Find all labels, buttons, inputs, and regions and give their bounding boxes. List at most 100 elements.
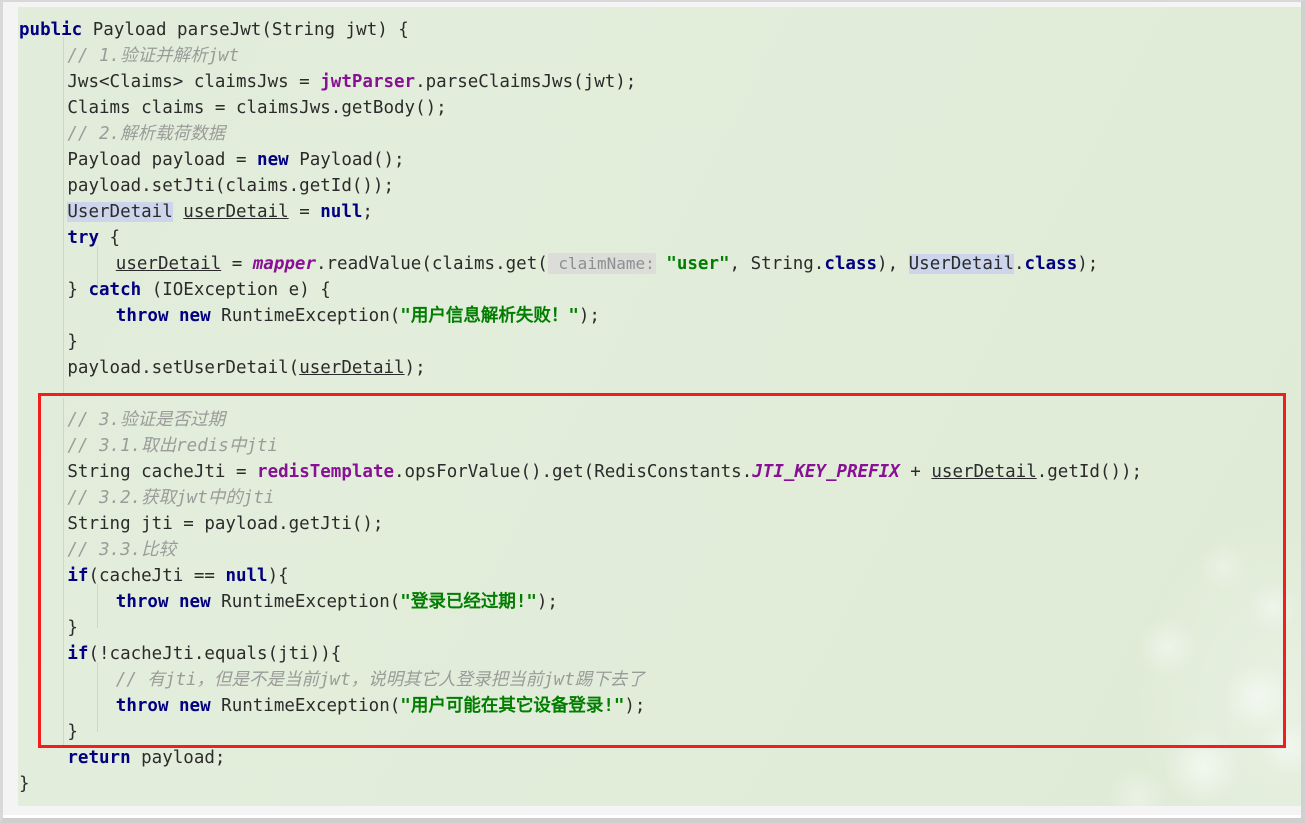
code-token-plain: = — [221, 254, 253, 274]
code-token-plain: ; — [362, 202, 373, 222]
code-token-plain: .getId()); — [1036, 462, 1143, 482]
code-line[interactable]: userDetail = mapper.readValue(claims.get… — [116, 251, 1099, 277]
code-token-kw: try — [67, 228, 99, 248]
code-line[interactable]: payload.setUserDetail(userDetail); — [67, 355, 425, 381]
code-line[interactable]: return payload; — [67, 745, 225, 771]
code-line[interactable]: if(cacheJti == null){ — [67, 563, 288, 589]
code-line[interactable]: // 3.3.比较 — [67, 537, 176, 563]
code-token-str: "用户信息解析失败！" — [400, 306, 579, 326]
code-line[interactable]: // 2.解析载荷数据 — [67, 121, 225, 147]
code-line[interactable]: // 3.验证是否过期 — [67, 407, 225, 433]
code-token-kw: class — [824, 254, 878, 274]
code-line[interactable]: throw new RuntimeException("用户可能在其它设备登录!… — [116, 693, 646, 719]
code-token-plain: } — [67, 280, 89, 300]
code-token-plain: } — [19, 774, 30, 794]
code-token-cmt: // 3.3.比较 — [67, 540, 177, 560]
code-token-plain: (IOException e) { — [141, 280, 331, 300]
code-token-plain: (!cacheJti.equals(jti)){ — [88, 644, 342, 664]
code-token-local: userDetail — [183, 202, 289, 222]
code-token-plain: String jti = payload.getJti(); — [67, 514, 384, 534]
code-token-kw: throw new — [115, 696, 211, 716]
code-token-plain: String cacheJti = — [67, 462, 258, 482]
code-token-plain: = — [288, 202, 321, 222]
code-line[interactable]: String cacheJti = redisTemplate.opsForVa… — [67, 459, 1142, 485]
code-line[interactable]: Jws<Claims> claimsJws = jwtParser.parseC… — [67, 69, 636, 95]
code-token-kw: class — [1024, 254, 1078, 274]
code-token-plain: . — [1014, 254, 1025, 274]
code-token-local: userDetail — [931, 462, 1037, 482]
code-token-plain: RuntimeException( — [210, 306, 401, 326]
code-token-plain: ); — [536, 592, 558, 612]
code-token-plain: { — [99, 228, 121, 248]
code-line[interactable]: } catch (IOException e) { — [67, 277, 330, 303]
code-token-cmt: // 有jti，但是不是当前jwt，说明其它人登录把当前jwt踢下去了 — [115, 670, 645, 690]
code-token-kw: public — [19, 20, 83, 40]
code-line[interactable]: payload.setJti(claims.getId()); — [67, 173, 394, 199]
code-token-plain: , String. — [729, 254, 825, 274]
code-token-plain: Payload(); — [288, 150, 405, 170]
code-token-cmt: // 1.验证并解析jwt — [67, 46, 240, 66]
code-line[interactable]: } — [67, 719, 78, 745]
code-line[interactable]: throw new RuntimeException("用户信息解析失败！"); — [116, 303, 600, 329]
code-line[interactable]: // 3.2.获取jwt中的jti — [67, 485, 274, 511]
code-token-field: jwtParser — [320, 72, 416, 92]
code-token-plain: } — [67, 332, 78, 352]
code-token-plain: RuntimeException( — [210, 696, 401, 716]
code-token-local: userDetail — [299, 358, 405, 378]
code-line[interactable]: UserDetail userDetail = null; — [67, 199, 373, 225]
code-token-kw: return — [67, 748, 131, 768]
code-token-plain: RuntimeException( — [210, 592, 401, 612]
code-token-plain: } — [67, 618, 78, 638]
code-token-plain: .readValue(claims.get( — [315, 254, 548, 274]
indent-guide — [97, 662, 98, 732]
code-line[interactable]: public Payload parseJwt(String jwt) { — [19, 17, 409, 43]
code-token-plain: payload.setUserDetail( — [67, 358, 300, 378]
code-line[interactable]: } — [19, 771, 30, 797]
code-token-cmt: // 3.2.获取jwt中的jti — [67, 488, 275, 508]
code-line[interactable]: Claims claims = claimsJws.getBody(); — [67, 95, 446, 121]
code-token-plain: ){ — [267, 566, 289, 586]
code-line[interactable]: } — [67, 329, 78, 355]
code-line[interactable]: // 3.1.取出redis中jti — [67, 433, 278, 459]
code-token-plain: ); — [624, 696, 646, 716]
code-token-kw: null — [320, 202, 363, 222]
code-token-plain: ); — [1077, 254, 1099, 274]
indent-guide — [97, 584, 98, 628]
code-token-plain: .parseClaimsJws(jwt); — [415, 72, 637, 92]
code-token-plain: } — [67, 722, 78, 742]
code-token-plain: payload.setJti(claims.getId()); — [67, 176, 395, 196]
code-token-plain: Payload payload = — [67, 150, 258, 170]
code-token-plain: payload; — [130, 748, 226, 768]
code-token-kw: if — [67, 566, 89, 586]
code-token-static: mapper — [252, 254, 316, 274]
code-token-kw: throw new — [115, 306, 211, 326]
code-line[interactable]: try { — [67, 225, 120, 251]
code-line[interactable]: throw new RuntimeException("登录已经过期!"); — [116, 589, 558, 615]
code-token-plain: ); — [404, 358, 426, 378]
code-line[interactable]: if(!cacheJti.equals(jti)){ — [67, 641, 341, 667]
code-token-plain: .opsForValue().get(RedisConstants. — [394, 462, 753, 482]
code-token-plain: Payload parseJwt(String jwt) { — [82, 20, 409, 40]
code-editor-surface[interactable]: public Payload parseJwt(String jwt) { // … — [18, 7, 1301, 806]
code-token-cmt: // 3.1.取出redis中jti — [67, 436, 278, 456]
code-line[interactable]: String jti = payload.getJti(); — [67, 511, 383, 537]
code-line[interactable]: } — [67, 615, 78, 641]
code-token-plain: UserDetail — [908, 254, 1014, 274]
code-token-plain: ), — [877, 254, 909, 274]
code-line[interactable]: // 1.验证并解析jwt — [67, 43, 239, 69]
code-token-kw: catch — [88, 280, 142, 300]
code-token-kw: if — [67, 644, 89, 664]
code-line[interactable]: Payload payload = new Payload(); — [67, 147, 404, 173]
code-token-plain: + — [899, 462, 932, 482]
code-line[interactable]: // 有jti，但是不是当前jwt，说明其它人登录把当前jwt踢下去了 — [116, 667, 645, 693]
code-token-str: "用户可能在其它设备登录!" — [400, 696, 625, 716]
code-token-hint: claimName: — [547, 253, 656, 274]
code-token-kw: throw new — [115, 592, 211, 612]
code-token-str: "登录已经过期!" — [400, 592, 537, 612]
code-token-plain: (cacheJti == — [88, 566, 226, 586]
code-token-kw: null — [225, 566, 268, 586]
code-token-kw: new — [257, 150, 289, 170]
code-token-plain: Jws<Claims> claimsJws = — [67, 72, 321, 92]
